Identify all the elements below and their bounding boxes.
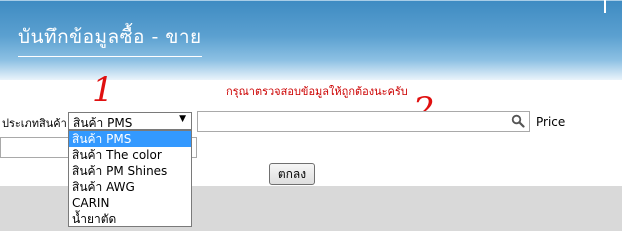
page-header: บันทึกข้อมูลซื้อ - ขาย <box>0 0 622 80</box>
dropdown-option[interactable]: CARIN <box>69 195 191 211</box>
dropdown-option[interactable]: สินค้า PMS <box>69 131 191 147</box>
product-type-label: ประเภทสินค้า <box>2 117 67 130</box>
second-row-field-edge[interactable] <box>192 137 197 158</box>
page-title: บันทึกข้อมูลซื้อ - ขาย <box>18 22 202 57</box>
product-type-select[interactable]: สินค้า PMS ▼ <box>68 112 192 130</box>
dropdown-option[interactable]: น้ำยาตัด <box>69 211 191 227</box>
annotation-1: 1 <box>92 70 114 110</box>
header-top-line <box>0 0 622 1</box>
dropdown-option[interactable]: สินค้า The color <box>69 147 191 163</box>
dropdown-option[interactable]: สินค้า AWG <box>69 179 191 195</box>
dropdown-option[interactable]: สินค้า PM Shines <box>69 163 191 179</box>
search-icon[interactable] <box>511 114 525 128</box>
warning-message: กรุณาตรวจสอบข้อมูลให้ถูกต้องนะครับ <box>226 85 408 98</box>
product-type-dropdown[interactable]: สินค้า PMS สินค้า The color สินค้า PM Sh… <box>68 130 192 227</box>
search-input[interactable] <box>197 111 530 132</box>
quantity-field[interactable] <box>0 137 68 158</box>
ok-button[interactable]: ตกลง <box>269 163 315 185</box>
header-mark <box>604 0 606 13</box>
price-label: Price <box>536 115 566 129</box>
triangle-down-icon[interactable]: ▼ <box>179 114 186 124</box>
